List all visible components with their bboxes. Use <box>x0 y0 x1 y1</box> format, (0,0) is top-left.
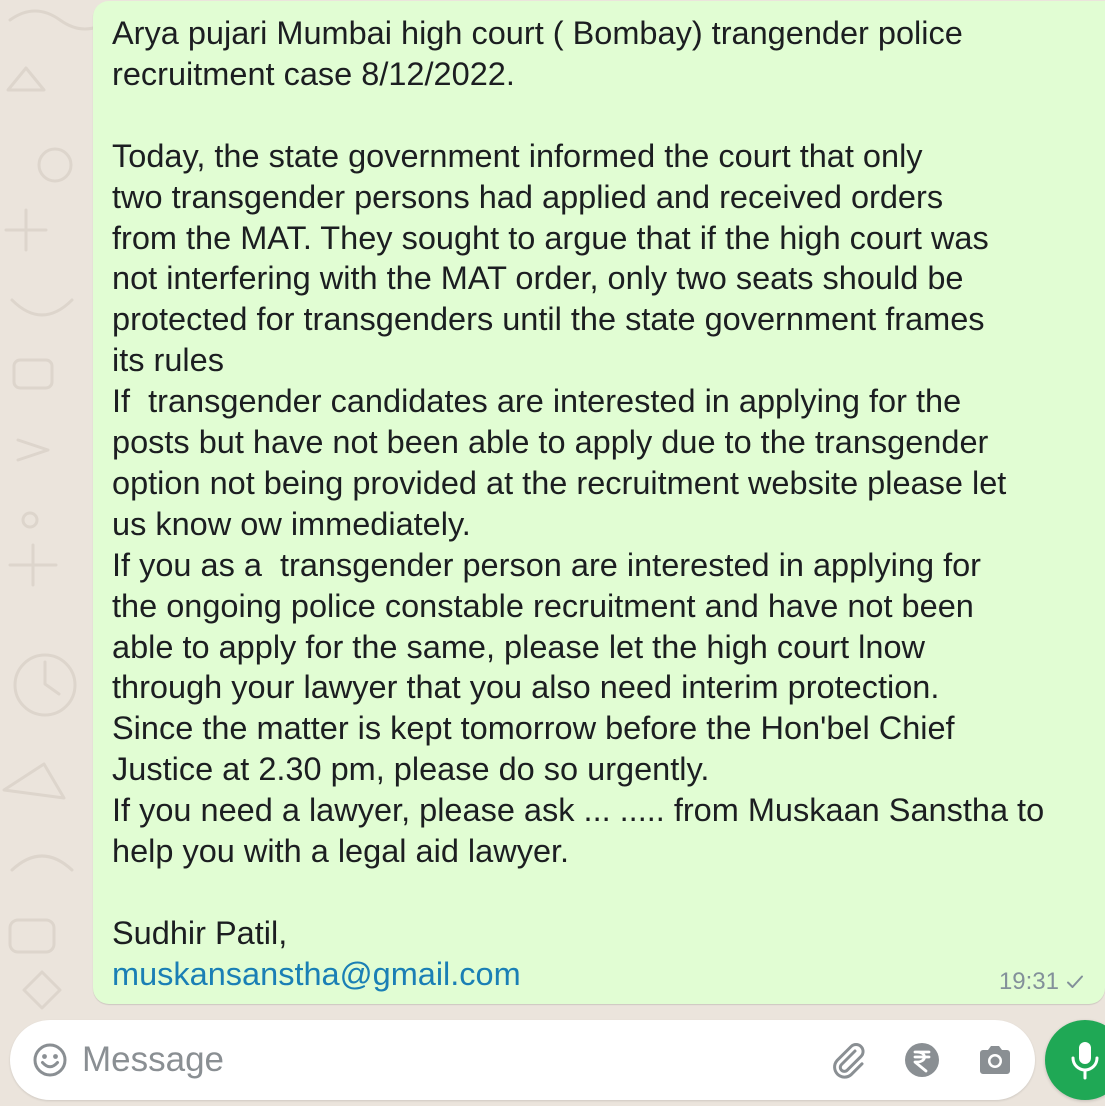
message-line: two transgender persons had applied and … <box>112 178 944 215</box>
message-line: from the MAT. They sought to argue that … <box>112 219 989 256</box>
message-line <box>112 872 1097 913</box>
message-line: Sudhir Patil, <box>112 914 288 951</box>
message-line: protected for transgenders until the sta… <box>112 301 985 338</box>
message-line: Since the matter is kept tomorrow before… <box>112 710 955 747</box>
attach-icon[interactable] <box>828 1040 868 1080</box>
mic-icon <box>1071 1042 1099 1080</box>
camera-icon[interactable] <box>975 1040 1015 1080</box>
message-line: able to apply for the same, please let t… <box>112 628 925 665</box>
message-line: If transgender candidates are interested… <box>112 383 962 420</box>
message-line: through your lawyer that you also need i… <box>112 669 940 706</box>
message-line: Arya pujari Mumbai high court ( Bombay) … <box>112 15 963 51</box>
message-input[interactable] <box>82 1034 802 1086</box>
message-composer <box>10 1020 1035 1100</box>
message-line: recruitment case 8/12/2022. <box>112 55 515 92</box>
message-line: the ongoing police constable recruitment… <box>112 587 974 624</box>
message-line: option not being provided at the recruit… <box>112 464 1007 501</box>
message-line: If you need a lawyer, please ask ... ...… <box>112 792 1045 829</box>
message-bubble[interactable]: Arya pujari Mumbai high court ( Bombay) … <box>93 1 1105 1004</box>
message-time: 19:31 <box>998 968 1059 995</box>
message-line: Today, the state government informed the… <box>112 137 923 174</box>
single-check-icon <box>1067 975 1083 988</box>
message-line: Justice at 2.30 pm, please do so urgentl… <box>112 751 710 788</box>
message-line: help you with a legal aid lawyer. <box>112 833 570 870</box>
message-line: its rules <box>112 342 224 379</box>
message-line: If you as a transgender person are inter… <box>112 546 981 583</box>
message-text: Arya pujari Mumbai high court ( Bombay) … <box>112 13 1097 995</box>
emoji-icon[interactable] <box>32 1042 68 1078</box>
email-link[interactable]: muskansanstha@gmail.com <box>112 954 1097 995</box>
message-line: posts but have not been able to apply du… <box>112 424 989 461</box>
rupee-payment-icon[interactable] <box>902 1040 942 1080</box>
message-line: not interfering with the MAT order, only… <box>112 260 964 297</box>
message-line: us know ow immediately. <box>112 505 471 542</box>
message-meta: 19:31 <box>999 968 1085 996</box>
message-line <box>112 95 1097 136</box>
